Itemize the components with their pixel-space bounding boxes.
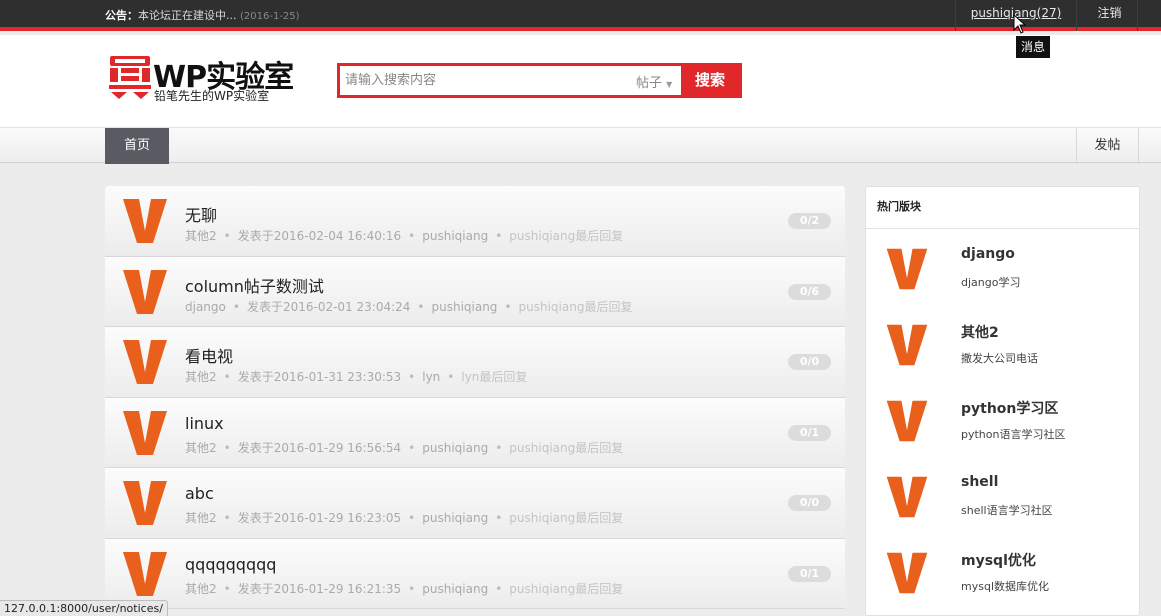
board-item[interactable]: 其他2 撒发大公司电话 xyxy=(866,305,1139,381)
topic-meta: 其他2 • 发表于2016-02-04 16:40:16 • pushiqiang • pu… xyxy=(185,229,624,243)
board-description: python语言学习社区 xyxy=(961,428,1066,441)
board-item[interactable]: mysql优化 mysql数据库优化 xyxy=(866,533,1139,609)
topic-title[interactable]: qqqqqqqqq xyxy=(185,555,276,574)
topic-title[interactable]: 看电视 xyxy=(185,343,233,367)
v-letter-icon xyxy=(123,199,167,243)
topic-last-reply: pushiqiang最后回复 xyxy=(509,511,624,525)
board-item[interactable]: django django学习 xyxy=(866,229,1139,305)
topic-author[interactable]: pushiqiang xyxy=(422,229,488,243)
topic-board[interactable]: 其他2 xyxy=(185,229,217,243)
reply-count-badge: 0/1 xyxy=(788,424,831,441)
site-header: WP实验室 铅笔先生的WP实验室 帖子 ▼ 搜索 xyxy=(0,35,1161,127)
topic-row[interactable]: qqqqqqqqq 其他2 • 发表于2016-01-29 16:21:35 • pus… xyxy=(105,538,845,609)
search-bar: 帖子 ▼ 搜索 xyxy=(337,63,742,98)
topic-posted: 发表于2016-01-29 16:21:35 xyxy=(237,581,402,596)
topic-meta: 其他2 • 发表于2016-01-29 16:56:54 • pushiqiang • pu… xyxy=(185,440,624,455)
reply-count-badge: 0/0 xyxy=(788,495,831,511)
hot-boards-panel: 热门版块 django django学习 其他2 撒发大公司电话 python学… xyxy=(865,186,1140,616)
mouse-pointer-icon xyxy=(1013,14,1027,34)
announcement-date: (2016-1-25) xyxy=(240,11,300,22)
board-item[interactable]: python学习区 python语言学习社区 xyxy=(866,381,1139,457)
topic-last-reply: pushiqiang最后回复 xyxy=(509,229,624,243)
logout-link[interactable]: 注销 xyxy=(1082,0,1138,31)
v-letter-icon xyxy=(123,410,167,455)
logo-subtitle: 铅笔先生的WP实验室 xyxy=(154,89,270,103)
v-letter-icon xyxy=(886,552,928,594)
announcement: 公告：本论坛正在建设中... (2016-1-25) xyxy=(105,7,300,23)
site-logo[interactable]: WP实验室 铅笔先生的WP实验室 xyxy=(107,52,297,106)
v-letter-icon xyxy=(123,269,167,314)
topic-meta: django • 发表于2016-02-01 23:04:24 • pushiqiang… xyxy=(185,299,633,314)
nav-home[interactable]: 首页 xyxy=(105,128,169,164)
topic-title[interactable]: 无聊 xyxy=(185,202,217,226)
search-button[interactable]: 搜索 xyxy=(681,66,739,95)
board-item[interactable]: shell shell语言学习社区 xyxy=(866,457,1139,533)
reply-count-badge: 0/2 xyxy=(788,213,831,229)
topic-last-reply: pushiqiang最后回复 xyxy=(518,299,633,314)
announcement-label: 公告： xyxy=(105,9,138,22)
topic-author[interactable]: pushiqiang xyxy=(422,582,488,596)
messages-tooltip: 消息 xyxy=(1016,36,1051,58)
search-type-select[interactable]: 帖子 ▼ xyxy=(636,72,672,91)
v-letter-icon xyxy=(886,324,928,366)
topic-last-reply: lyn最后回复 xyxy=(461,370,528,384)
board-name[interactable]: mysql优化 xyxy=(961,550,1036,570)
topic-row[interactable]: linux 其他2 • 发表于2016-01-29 16:56:54 • pushiqi… xyxy=(105,397,845,468)
v-letter-icon xyxy=(123,340,167,384)
topic-posted: 发表于2016-02-04 16:40:16 xyxy=(237,229,402,243)
topic-posted: 发表于2016-01-29 16:56:54 xyxy=(237,440,402,455)
search-input[interactable] xyxy=(340,66,620,95)
topic-board[interactable]: django xyxy=(185,300,226,314)
wp-lab-logo-icon xyxy=(109,56,151,99)
topic-last-reply: pushiqiang最后回复 xyxy=(509,440,624,455)
topic-board[interactable]: 其他2 xyxy=(185,511,217,525)
topic-meta: 其他2 • 发表于2016-01-29 16:23:05 • pushiqiang • pu… xyxy=(185,511,624,525)
reply-count-badge: 0/1 xyxy=(788,565,831,582)
topic-row[interactable]: column帖子数测试 django • 发表于2016-02-01 23:04:2… xyxy=(105,256,845,327)
topic-title[interactable]: column帖子数测试 xyxy=(185,273,324,297)
topic-author[interactable]: pushiqiang xyxy=(422,441,488,455)
caret-down-icon: ▼ xyxy=(666,80,673,89)
announcement-text[interactable]: 本论坛正在建设中... xyxy=(138,9,237,22)
board-name[interactable]: python学习区 xyxy=(961,398,1058,418)
topic-posted: 发表于2016-01-29 16:23:05 xyxy=(237,511,402,525)
topic-meta: 其他2 • 发表于2016-01-29 16:21:35 • pushiqiang • pu… xyxy=(185,581,624,596)
board-description: mysql数据库优化 xyxy=(961,580,1049,593)
topic-row[interactable]: 看电视 其他2 • 发表于2016-01-31 23:30:53 • lyn • lyn最后… xyxy=(105,327,845,398)
v-letter-icon xyxy=(886,400,928,442)
board-description: django学习 xyxy=(961,276,1021,289)
reply-count-badge: 0/6 xyxy=(788,283,831,300)
board-name[interactable]: shell xyxy=(961,474,998,490)
topic-board[interactable]: 其他2 xyxy=(185,370,217,384)
board-description: 撒发大公司电话 xyxy=(961,352,1038,365)
topic-author[interactable]: pushiqiang xyxy=(422,511,488,525)
board-description: shell语言学习社区 xyxy=(961,504,1053,517)
browser-status-url: 127.0.0.1:8000/user/notices/ xyxy=(0,600,168,616)
topic-author[interactable]: pushiqiang xyxy=(431,300,497,314)
topic-title[interactable]: abc xyxy=(185,484,214,503)
search-type-label: 帖子 xyxy=(636,76,663,91)
v-letter-icon xyxy=(123,481,167,525)
topic-meta: 其他2 • 发表于2016-01-31 23:30:53 • lyn • lyn最后回复 xyxy=(185,370,528,384)
new-post-button[interactable]: 发帖 xyxy=(1076,128,1139,164)
topic-row[interactable]: 无聊 其他2 • 发表于2016-02-04 16:40:16 • pushiqiang… xyxy=(105,186,845,257)
board-name[interactable]: 其他2 xyxy=(961,322,999,342)
reply-count-badge: 0/0 xyxy=(788,354,831,370)
topic-title[interactable]: linux xyxy=(185,414,224,433)
topic-posted: 发表于2016-02-01 23:04:24 xyxy=(246,299,411,314)
topic-board[interactable]: 其他2 xyxy=(185,441,217,455)
hot-boards-title: 热门版块 xyxy=(866,187,1139,229)
topic-author[interactable]: lyn xyxy=(422,370,440,384)
main-nav: 首页 发帖 xyxy=(0,127,1161,164)
top-bar: 公告：本论坛正在建设中... (2016-1-25) pushiqiang(27… xyxy=(0,0,1161,31)
v-letter-icon xyxy=(123,551,167,596)
board-name[interactable]: django xyxy=(961,246,1015,262)
topic-last-reply: pushiqiang最后回复 xyxy=(509,581,624,596)
topic-row[interactable]: abc 其他2 • 发表于2016-01-29 16:23:05 • pushiqian… xyxy=(105,468,845,539)
topic-board[interactable]: 其他2 xyxy=(185,582,217,596)
v-letter-icon xyxy=(886,476,928,518)
topic-posted: 发表于2016-01-31 23:30:53 xyxy=(237,370,402,384)
v-letter-icon xyxy=(886,248,928,290)
topic-list: 无聊 其他2 • 发表于2016-02-04 16:40:16 • pushiqiang… xyxy=(105,186,845,616)
